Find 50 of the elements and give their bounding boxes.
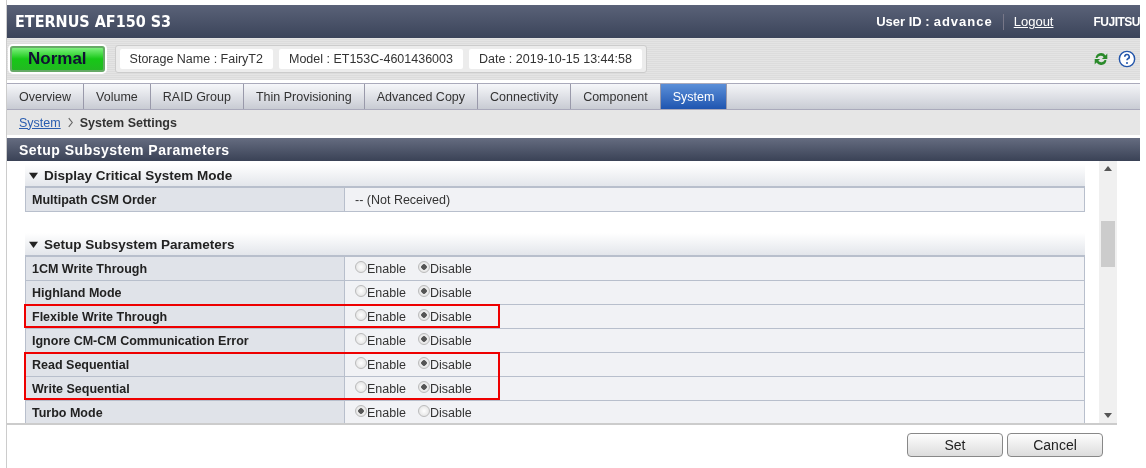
scroll-down-icon[interactable] — [1104, 413, 1112, 418]
radio-option[interactable]: Enable — [355, 309, 406, 324]
radio-option[interactable]: Disable — [417, 285, 472, 300]
action-button[interactable]: Set — [907, 433, 1003, 457]
setting-label: Highland Mode — [26, 281, 345, 304]
info-field: Model : ET153C-4601436003 — [278, 49, 463, 69]
info-field: Date : 2019-10-15 13:44:58 — [469, 49, 642, 69]
radio-option[interactable]: Enable — [355, 405, 406, 420]
breadcrumb-link[interactable]: System — [19, 115, 61, 130]
setting-label: 1CM Write Through — [26, 257, 345, 280]
setting-label: Turbo Mode — [26, 401, 345, 423]
radio-option[interactable]: Disable — [417, 261, 472, 276]
brand-logo: FUJITSU — [1093, 14, 1140, 29]
triangle-icon — [29, 239, 38, 249]
radio-option[interactable]: Disable — [417, 333, 472, 348]
radio-option[interactable]: Disable — [417, 405, 472, 420]
action-button[interactable]: Cancel — [1007, 433, 1103, 457]
setting-label: Multipath CSM Order — [26, 188, 345, 211]
nav-tab[interactable]: System — [660, 84, 728, 109]
radio-option[interactable]: Enable — [355, 285, 406, 300]
user-id-label: User ID : — [876, 14, 930, 29]
refresh-icon[interactable] — [1092, 50, 1110, 68]
info-field: Storage Name : FairyT2 — [119, 49, 273, 69]
breadcrumb-current: System Settings — [79, 115, 177, 130]
setting-value: -- (Not Received) — [355, 192, 451, 207]
section-header[interactable]: Setup Subsystem Parameters — [25, 233, 1085, 257]
scrollbar-thumb[interactable] — [1101, 221, 1115, 267]
scroll-up-icon[interactable] — [1104, 166, 1112, 171]
product-name: ETERNUS AF150 S3 — [15, 12, 172, 31]
logout-link[interactable]: Logout — [1013, 14, 1054, 29]
radio-option[interactable]: Enable — [355, 357, 406, 372]
radio-option[interactable]: Disable — [417, 381, 472, 396]
help-icon[interactable] — [1118, 50, 1136, 68]
section-title: Setup Subsystem Parameters — [44, 236, 235, 252]
radio-option[interactable]: Enable — [355, 381, 406, 396]
setting-label: Read Sequential — [26, 353, 345, 376]
section-title: Display Critical System Mode — [44, 167, 233, 183]
panel-title: Setup Subsystem Parameters — [7, 138, 1140, 161]
radio-option[interactable]: Enable — [355, 333, 406, 348]
radio-option[interactable]: Enable — [355, 261, 406, 276]
status-badge: Normal — [10, 46, 105, 72]
radio-option[interactable]: Disable — [417, 309, 472, 324]
scrollbar[interactable] — [1099, 161, 1117, 423]
setting-label: Ignore CM-CM Communication Error — [26, 329, 345, 352]
setting-label: Write Sequential — [26, 377, 345, 400]
section-header[interactable]: Display Critical System Mode — [25, 164, 1085, 188]
radio-option[interactable]: Disable — [417, 357, 472, 372]
chevron-icon — [66, 117, 74, 128]
user-id: advance — [933, 14, 993, 29]
triangle-icon — [29, 170, 38, 180]
